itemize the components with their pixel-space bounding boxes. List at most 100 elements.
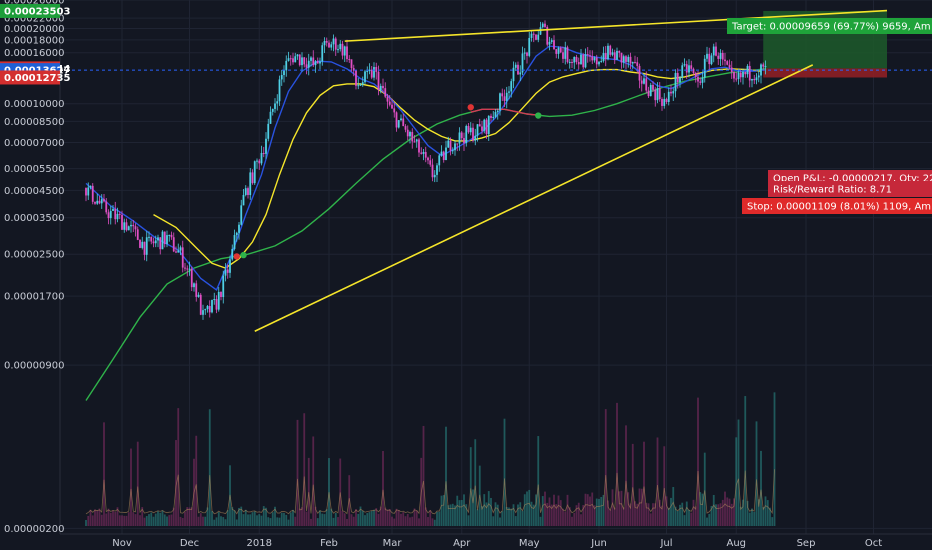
candle-body [521, 53, 524, 73]
volume-bar [271, 512, 274, 526]
price-tag-text: 0.00012735 [4, 73, 70, 84]
volume-bar [161, 510, 164, 526]
volume-bar [267, 517, 270, 526]
volume-bar [361, 510, 364, 526]
volume-bar [211, 511, 213, 526]
volume-bar [139, 515, 141, 526]
candle-body [438, 155, 441, 166]
candle-body [316, 61, 319, 64]
volume-bar [244, 509, 247, 526]
candle-body [100, 199, 103, 204]
volume-bar [564, 511, 567, 526]
candle-body [433, 174, 436, 178]
volume-bar [393, 518, 396, 526]
candle-body [514, 64, 517, 68]
candle-body [535, 34, 537, 40]
volume-bar [323, 514, 326, 526]
price-chart[interactable]: Target: 0.00009659 (69.77%) 9659, AmOpen… [0, 0, 932, 550]
volume-bar [467, 515, 470, 526]
candle-body [166, 235, 168, 244]
candle-body [577, 62, 580, 65]
volume-bar [663, 446, 666, 526]
candle-body [638, 65, 641, 81]
volume-bar [728, 498, 731, 526]
volume-bar [492, 516, 495, 526]
x-tick-label: Mar [383, 538, 403, 549]
candle-body [496, 110, 499, 113]
candle-body [483, 119, 486, 131]
volume-bar [706, 517, 708, 526]
volume-bar [649, 513, 652, 526]
candle-body [213, 299, 216, 301]
volume-bar [508, 507, 510, 526]
volume-bar [208, 409, 211, 526]
volume-bar [726, 497, 729, 526]
candle-body [224, 269, 227, 276]
candle-body [609, 45, 612, 55]
candle-body [388, 101, 391, 105]
candle-body [532, 33, 535, 35]
candle-body [663, 98, 666, 106]
volume-bar [251, 512, 254, 526]
candle-body [215, 299, 218, 310]
candle-body [733, 72, 735, 79]
volume-bar [204, 516, 207, 526]
volume-bar [159, 512, 162, 526]
candle-body [242, 194, 245, 206]
candle-body [373, 67, 375, 78]
ma-cross-marker [240, 251, 247, 259]
volume-bar [753, 511, 756, 526]
candle-body [564, 47, 567, 59]
volume-bar [292, 509, 294, 526]
y-tick-label: 0.00007000 [4, 138, 64, 149]
volume-bar [681, 502, 684, 526]
volume-bar [112, 510, 114, 526]
volume-bar [105, 513, 108, 526]
candle-body [706, 53, 708, 59]
volume-bar [384, 507, 387, 526]
candle-body [537, 34, 540, 40]
volume-bar [685, 501, 688, 526]
candle-body [337, 49, 339, 51]
candle-body [604, 53, 607, 60]
candle-body [204, 309, 207, 311]
x-tick-label: Oct [865, 538, 882, 549]
volume-bar [526, 491, 528, 526]
candle-body [130, 224, 132, 227]
volume-bar [224, 519, 227, 526]
candle-body [463, 138, 465, 144]
candle-body [591, 56, 594, 61]
volume-bar [571, 516, 573, 526]
volume-bar [580, 514, 582, 526]
candle-body [753, 79, 756, 81]
volume-bar [332, 517, 335, 526]
volume-bar [215, 517, 218, 526]
volume-bar [406, 513, 409, 526]
candle-body [719, 52, 722, 59]
volume-bar [499, 517, 501, 526]
volume-bar [683, 515, 686, 526]
candle-body [622, 56, 625, 63]
volume-bar [433, 519, 436, 526]
y-tick-label: 0.00003500 [4, 213, 64, 224]
candle-body [312, 57, 315, 66]
volume-bar [382, 450, 384, 526]
volume-bar [672, 487, 675, 526]
volume-bar [748, 512, 751, 526]
candle-body [289, 58, 292, 60]
candle-body [440, 151, 443, 156]
candle-body [350, 59, 353, 69]
candle-body [375, 67, 378, 72]
y-tick-label: 0.00010000 [4, 99, 64, 110]
candle-body [422, 151, 425, 154]
volume-bar [472, 489, 474, 526]
candle-body [580, 54, 582, 65]
volume-bar [667, 507, 670, 526]
volume-bar [712, 494, 715, 526]
candle-body [676, 72, 679, 83]
candle-body [231, 248, 234, 260]
volume-bar [415, 510, 418, 526]
candle-body [280, 75, 283, 80]
volume-bar [595, 498, 598, 526]
candle-body [296, 54, 299, 57]
